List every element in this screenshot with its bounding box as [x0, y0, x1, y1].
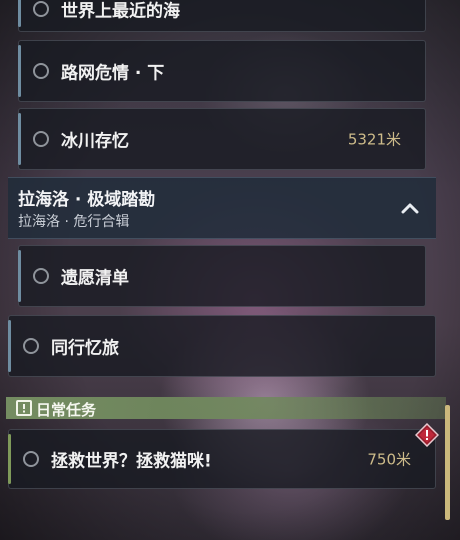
quest-status-circle-icon[interactable] — [33, 63, 49, 79]
quest-item-distance: 5321米 — [347, 130, 401, 149]
quest-item-label: 拯救世界？拯救猫咪! — [51, 451, 212, 472]
quest-group-header[interactable]: 拉海洛 · 极域踏勘 拉海洛 · 危行合辑 — [8, 177, 436, 239]
quest-status-circle-icon[interactable] — [23, 451, 39, 467]
daily-task-save-world-save-cat[interactable]: 拯救世界？拯救猫咪! 750米 — [8, 429, 436, 489]
quest-group-subtitle: 拉海洛 · 危行合辑 — [18, 214, 130, 230]
quest-item-travel-memories[interactable]: 同行忆旅 — [8, 315, 436, 377]
daily-tasks-header: 日常任务 — [6, 397, 446, 419]
warning-diamond-icon — [415, 423, 439, 447]
quest-item-road-network-crisis[interactable]: 路网危情 · 下 — [18, 40, 426, 102]
quest-item-last-wish-list[interactable]: 遗愿清单 — [18, 245, 426, 307]
quest-list-scroll-thumb[interactable] — [445, 405, 450, 520]
quest-item-label: 冰川存忆 — [61, 131, 129, 152]
quest-status-circle-icon[interactable] — [33, 268, 49, 284]
quest-group-title: 拉海洛 · 极域踏勘 — [18, 190, 156, 210]
exclamation-box-icon — [16, 400, 32, 416]
quest-item-label: 世界上最近的海 — [61, 1, 180, 22]
quest-status-circle-icon[interactable] — [33, 131, 49, 147]
quest-item-glacier-memory[interactable]: 冰川存忆 5321米 — [18, 108, 426, 170]
quest-item-distance: 750米 — [367, 450, 411, 469]
quest-status-circle-icon[interactable] — [23, 338, 39, 354]
quest-item-world-nearest-sea[interactable]: 世界上最近的海 — [18, 0, 426, 32]
quest-item-label: 路网危情 · 下 — [61, 63, 165, 84]
quest-status-circle-icon[interactable] — [33, 1, 49, 17]
chevron-up-icon[interactable] — [401, 202, 419, 214]
quest-item-label: 遗愿清单 — [61, 268, 129, 289]
quest-item-label: 同行忆旅 — [51, 338, 119, 359]
daily-tasks-title: 日常任务 — [36, 401, 97, 419]
